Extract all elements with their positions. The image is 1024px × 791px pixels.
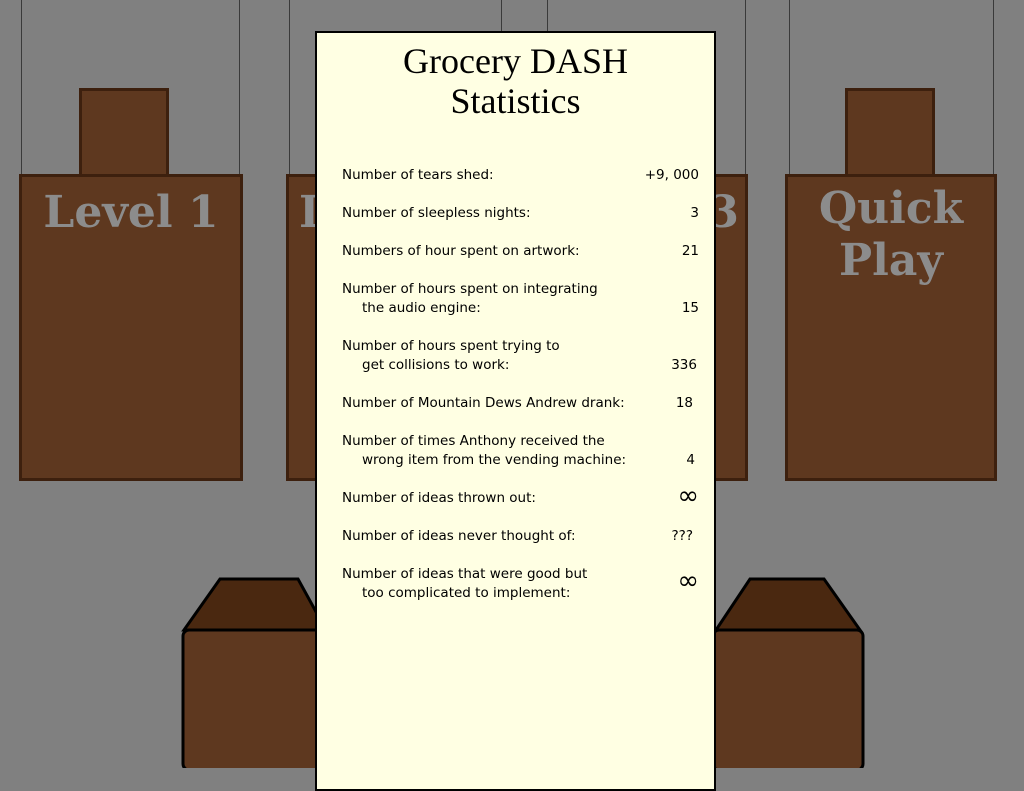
level-1-board[interactable]: Level 1 bbox=[19, 174, 243, 481]
stat-label: Number of times Anthony received the wro… bbox=[342, 432, 626, 470]
stat-label: Number of Mountain Dews Andrew drank: bbox=[342, 395, 625, 411]
wire bbox=[501, 0, 502, 32]
quick-play-label-line2: Play bbox=[839, 235, 943, 286]
stat-row: Number of ideas thrown out: ∞ bbox=[342, 483, 699, 509]
stat-label: Number of ideas thrown out: bbox=[342, 490, 536, 506]
wire bbox=[21, 0, 22, 176]
stat-label: Number of hours spent trying to get coll… bbox=[342, 337, 560, 375]
stat-label: Numbers of hour spent on artwork: bbox=[342, 243, 580, 259]
stat-value: ??? bbox=[671, 528, 694, 544]
stat-row: Number of sleepless nights: 3 bbox=[342, 204, 699, 224]
infinity-icon: ∞ bbox=[677, 481, 699, 511]
stat-value: 18 bbox=[675, 395, 693, 411]
stat-label-line1: Number of hours spent trying to bbox=[342, 338, 560, 354]
stat-value: +9, 000 bbox=[644, 167, 699, 183]
stat-value: 4 bbox=[686, 452, 695, 468]
title-line1: Grocery DASH bbox=[403, 41, 628, 81]
stat-row: Number of times Anthony received the wro… bbox=[342, 432, 699, 472]
stat-label-line2: the audio engine: bbox=[362, 300, 481, 316]
left-crate bbox=[181, 577, 330, 768]
stat-label-line2: get collisions to work: bbox=[362, 357, 510, 373]
stat-row: Numbers of hour spent on artwork: 21 bbox=[342, 242, 699, 262]
stat-value: 15 bbox=[681, 300, 699, 316]
level-1-label: Level 1 bbox=[43, 187, 219, 238]
stat-row: Number of hours spent trying to get coll… bbox=[342, 337, 699, 377]
wire bbox=[993, 0, 994, 176]
stat-label: Number of sleepless nights: bbox=[342, 205, 531, 221]
stat-label: Number of ideas never thought of: bbox=[342, 528, 576, 544]
stat-label-line2: too complicated to implement: bbox=[362, 585, 571, 601]
stat-row: Number of ideas that were good but too c… bbox=[342, 565, 699, 605]
stat-value: 336 bbox=[671, 357, 697, 373]
stat-row: Number of hours spent on integrating the… bbox=[342, 280, 699, 320]
quick-play-board[interactable]: Quick Play bbox=[785, 174, 997, 481]
wire bbox=[547, 0, 548, 32]
stat-label-line1: Number of hours spent on integrating bbox=[342, 281, 598, 297]
stat-label-line1: Number of ideas that were good but bbox=[342, 566, 588, 582]
quick-play-label-line1: Quick bbox=[818, 183, 964, 234]
stat-row: Number of Mountain Dews Andrew drank: 18 bbox=[342, 394, 699, 414]
stat-value: 21 bbox=[681, 243, 699, 259]
stat-label-line2: wrong item from the vending machine: bbox=[362, 452, 627, 468]
right-crate bbox=[711, 577, 865, 768]
stat-value: 3 bbox=[690, 205, 699, 221]
board-hanger bbox=[845, 88, 935, 180]
wire bbox=[239, 0, 240, 176]
wire bbox=[789, 0, 790, 176]
stat-label: Number of hours spent on integrating the… bbox=[342, 280, 598, 318]
stat-row: Number of tears shed: +9, 000 bbox=[342, 166, 699, 186]
title-line2: Statistics bbox=[450, 81, 581, 121]
wire bbox=[745, 0, 746, 176]
stat-row: Number of ideas never thought of: ??? bbox=[342, 527, 699, 547]
stat-label-line1: Number of times Anthony received the bbox=[342, 433, 605, 449]
statistics-panel: Grocery DASH Statistics Number of tears … bbox=[315, 31, 716, 791]
wire bbox=[289, 0, 290, 176]
panel-title: Grocery DASH Statistics bbox=[317, 41, 714, 121]
stat-label: Number of tears shed: bbox=[342, 167, 494, 183]
infinity-icon: ∞ bbox=[677, 566, 699, 596]
board-hanger bbox=[79, 88, 169, 180]
stat-label: Number of ideas that were good but too c… bbox=[342, 565, 587, 603]
